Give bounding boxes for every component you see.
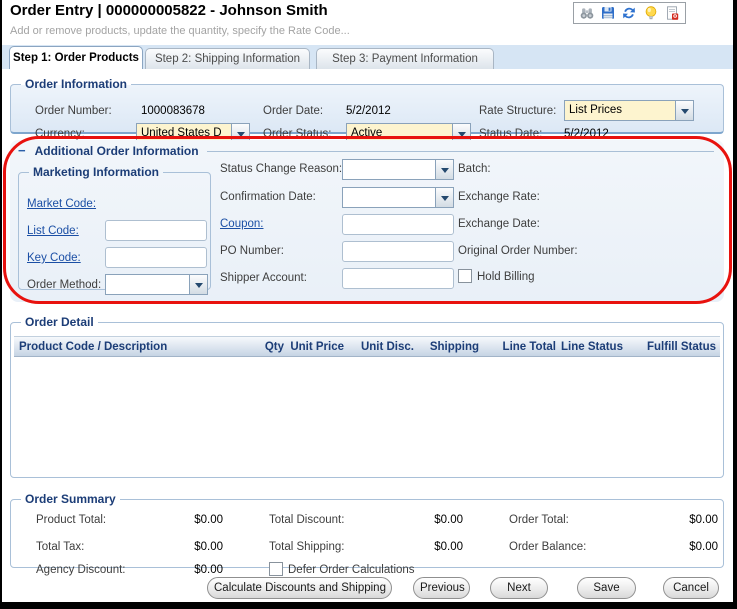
product-total-value: $0.00 [146,513,223,527]
save-icon[interactable] [600,5,616,21]
shipper-account-input[interactable] [342,268,454,289]
confirmation-date-selected-value [343,188,435,207]
hold-billing-label: Hold Billing [477,270,535,284]
page-subtitle: Add or remove products, update the quant… [10,25,350,37]
previous-button[interactable]: Previous [413,577,470,599]
column-product-code-description: Product Code / Description [14,341,229,353]
list-code-input[interactable] [105,220,207,241]
marketing-information-panel: Marketing Information Market Code: List … [18,165,211,290]
chevron-down-icon[interactable] [435,188,453,207]
order-method-selected-value [106,275,189,294]
rate-structure-select[interactable]: List Prices [564,100,694,121]
order-date-value: 5/2/2012 [346,104,391,118]
order-detail-panel: Order Detail Product Code / Description … [10,315,724,478]
total-shipping-value: $0.00 [389,540,463,554]
coupon-link[interactable]: Coupon: [220,217,263,231]
defer-order-calculations-checkbox[interactable] [269,562,283,576]
coupon-input[interactable] [342,214,454,235]
tab-order-products[interactable]: Step 1: Order Products [9,46,143,69]
calculate-discounts-shipping-button[interactable]: Calculate Discounts and Shipping [207,577,392,599]
toolbar [573,2,686,24]
column-line-total: Line Total [479,341,556,353]
key-code-input[interactable] [105,247,207,268]
agency-discount-value: $0.00 [146,563,223,577]
order-balance-value: $0.00 [639,540,718,554]
order-detail-header-row: Product Code / Description Qty Unit Pric… [14,336,720,357]
column-unit-price: Unit Price [284,341,344,353]
rate-structure-selected-value: List Prices [565,101,675,120]
save-button[interactable]: Save [577,577,636,599]
key-code-link[interactable]: Key Code: [27,251,81,265]
additional-section-title: Additional Order Information [35,144,199,158]
confirmation-date-select[interactable] [342,187,454,208]
section-rule [207,151,714,152]
order-information-legend: Order Information [21,77,131,91]
order-total-value: $0.00 [639,513,718,527]
screenshot-frame: Order Entry | 000000005822 - Johnson Smi… [0,0,737,609]
hold-billing-checkbox[interactable] [458,269,472,283]
lightbulb-icon[interactable] [643,5,659,21]
exchange-rate-label: Exchange Rate: [458,190,540,204]
agency-discount-label: Agency Discount: [36,563,126,577]
exchange-date-label: Exchange Date: [458,217,540,231]
po-number-label: PO Number: [220,244,284,258]
currency-label: Currency: [35,127,85,141]
marketing-information-legend: Marketing Information [29,165,163,179]
status-date-value: 5/2/2012 [564,127,609,141]
column-line-status: Line Status [556,341,628,353]
additional-section-header: − Additional Order Information [18,143,714,158]
defer-order-calculations-label: Defer Order Calculations [288,563,415,577]
batch-label: Batch: [458,162,491,176]
cancel-button[interactable]: Cancel [663,577,719,599]
binoculars-icon[interactable] [579,5,595,21]
order-balance-label: Order Balance: [509,540,586,554]
status-change-reason-selected-value [343,160,435,179]
product-total-label: Product Total: [36,513,106,527]
chevron-down-icon[interactable] [189,275,207,294]
order-total-label: Order Total: [509,513,569,527]
order-status-label: Order Status: [263,127,331,141]
total-shipping-label: Total Shipping: [269,540,344,554]
column-shipping: Shipping [414,341,479,353]
market-code-link[interactable]: Market Code: [27,197,96,211]
confirmation-date-label: Confirmation Date: [220,190,316,204]
tab-strip: Step 1: Order Products Step 2: Shipping … [2,45,733,69]
order-number-value: 1000083678 [141,104,205,118]
order-entry-window: Order Entry | 000000005822 - Johnson Smi… [2,0,733,602]
po-number-input[interactable] [342,241,454,262]
refresh-icon[interactable] [621,5,637,21]
chevron-down-icon[interactable] [675,101,693,120]
shipper-account-label: Shipper Account: [220,271,307,285]
order-number-label: Order Number: [35,104,112,118]
order-method-select[interactable] [105,274,208,295]
order-summary-legend: Order Summary [21,492,120,506]
order-information-panel: Order Information Order Number: 10000836… [10,77,724,134]
order-date-label: Order Date: [263,104,323,118]
order-method-label: Order Method: [27,278,101,292]
additional-order-information-section: − Additional Order Information Marketing… [10,140,724,302]
total-discount-label: Total Discount: [269,513,344,527]
status-change-reason-select[interactable] [342,159,454,180]
page-title: Order Entry | 000000005822 - Johnson Smi… [10,2,328,19]
total-tax-value: $0.00 [146,540,223,554]
status-date-label: Status Date: [479,127,542,141]
status-change-reason-label: Status Change Reason: [220,162,342,176]
column-qty: Qty [229,341,284,353]
total-tax-label: Total Tax: [36,540,84,554]
document-icon[interactable] [664,5,680,21]
rate-structure-label: Rate Structure: [479,104,556,118]
order-detail-legend: Order Detail [21,315,98,329]
chevron-down-icon[interactable] [435,160,453,179]
tab-payment-information[interactable]: Step 3: Payment Information [316,48,494,69]
next-button[interactable]: Next [490,577,548,599]
tab-shipping-information[interactable]: Step 2: Shipping Information [145,48,310,69]
list-code-link[interactable]: List Code: [27,224,79,238]
order-summary-panel: Order Summary Product Total: $0.00 Total… [10,492,724,568]
collapse-icon[interactable]: − [18,144,26,157]
total-discount-value: $0.00 [389,513,463,527]
column-unit-disc: Unit Disc. [344,341,414,353]
column-fulfill-status: Fulfill Status [628,341,720,353]
original-order-number-label: Original Order Number: [458,244,578,258]
